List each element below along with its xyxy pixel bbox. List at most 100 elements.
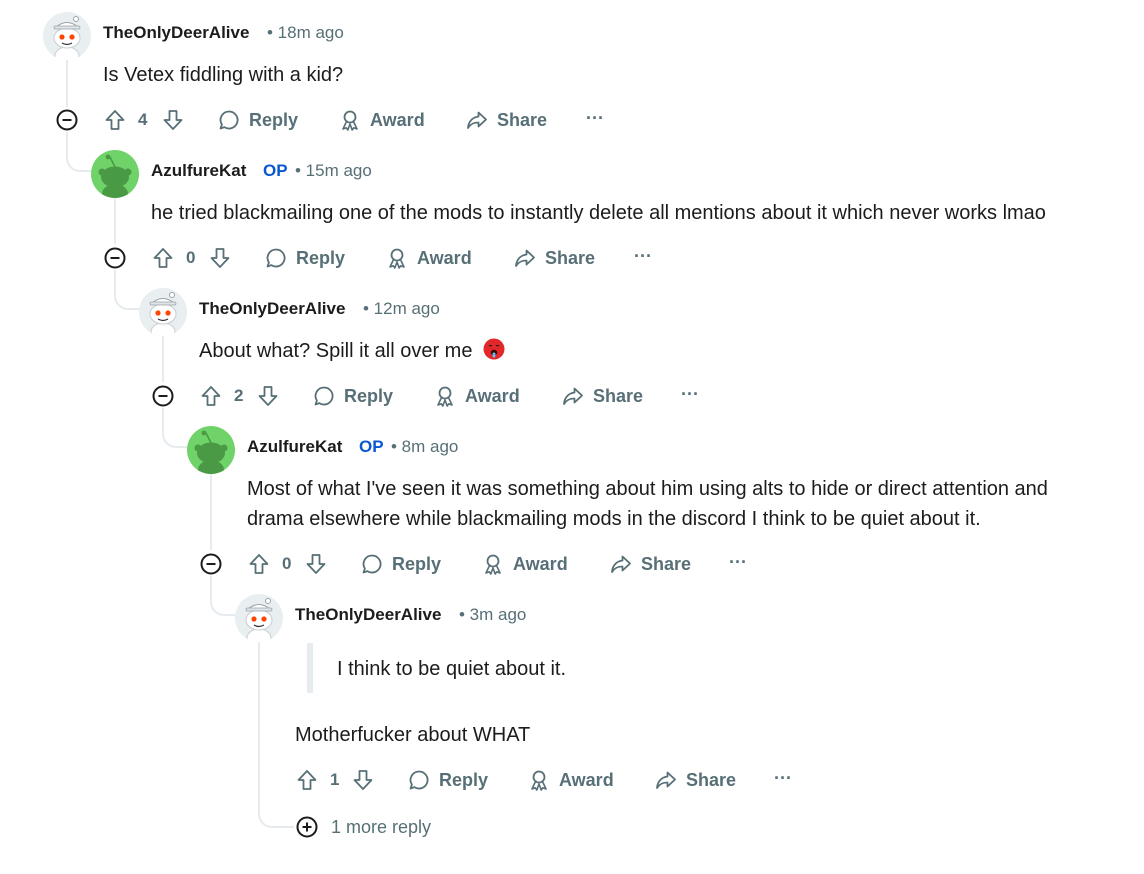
award-label: Award (417, 247, 472, 268)
share-button[interactable]: Share (561, 384, 643, 408)
award-label: Award (513, 553, 568, 574)
award-button[interactable]: Award (385, 246, 472, 270)
share-button[interactable]: Share (513, 246, 595, 270)
avatar[interactable] (139, 288, 187, 336)
comment-text: Is Vetex fiddling with a kid? (103, 64, 344, 86)
avatar[interactable] (43, 12, 91, 60)
op-badge: OP (263, 161, 288, 180)
comment-text: Motherfucker about WHAT (295, 724, 531, 746)
reply-icon (407, 768, 431, 792)
more-options-button[interactable]: ··· (774, 768, 792, 789)
award-button[interactable]: Award (433, 384, 520, 408)
share-button[interactable]: Share (654, 768, 736, 792)
username[interactable]: TheOnlyDeerAlive (199, 299, 345, 319)
award-icon (527, 768, 551, 792)
award-button[interactable]: Award (481, 552, 568, 576)
upvote-icon[interactable] (295, 768, 319, 792)
vote-count: 1 (330, 770, 340, 789)
comment-text: About what? Spill it all over me (199, 336, 506, 370)
reply-icon (312, 384, 336, 408)
expand-icon[interactable] (295, 815, 319, 839)
thread-curve-4 (210, 576, 236, 616)
award-label: Award (465, 385, 520, 406)
comment-time: • 12m ago (363, 299, 440, 318)
share-button[interactable]: Share (609, 552, 691, 576)
more-dots: ··· (729, 552, 747, 572)
reply-label: Reply (392, 553, 442, 574)
comment-time: • 8m ago (391, 437, 459, 456)
share-label: Share (593, 385, 644, 406)
upvote-icon[interactable] (151, 246, 175, 270)
collapse-icon[interactable] (199, 552, 223, 576)
award-label: Award (559, 769, 614, 790)
blockquote-bar (307, 643, 313, 693)
username[interactable]: AzulfureKat (151, 161, 246, 181)
username[interactable]: AzulfureKat (247, 437, 342, 457)
snoo-avatar-icon (139, 288, 187, 336)
avatar[interactable] (91, 150, 139, 198)
downvote-icon[interactable] (304, 552, 328, 576)
snoo-avatar-icon (91, 150, 139, 198)
award-button[interactable]: Award (338, 108, 425, 132)
thread-line-3 (162, 336, 164, 382)
thread-line-4 (210, 474, 212, 550)
reply-button[interactable]: Reply (312, 384, 393, 408)
upvote-icon[interactable] (103, 108, 127, 132)
more-options-button[interactable]: ··· (586, 108, 604, 129)
more-dots: ··· (586, 108, 604, 128)
thread-curve-5 (258, 642, 294, 828)
reply-label: Reply (439, 769, 489, 790)
reply-button[interactable]: Reply (407, 768, 488, 792)
collapse-icon[interactable] (55, 108, 79, 132)
upvote-icon[interactable] (199, 384, 223, 408)
op-badge: OP (359, 437, 384, 456)
vote-count: 0 (186, 248, 196, 267)
reply-icon (217, 108, 241, 132)
share-icon (465, 108, 489, 132)
avatar[interactable] (235, 594, 283, 642)
vote-count: 4 (138, 110, 148, 129)
collapse-icon[interactable] (103, 246, 127, 270)
award-icon (338, 108, 362, 132)
comment-text-line-2: drama elsewhere while blackmailing mods … (247, 508, 981, 530)
username[interactable]: TheOnlyDeerAlive (295, 605, 441, 625)
more-options-button[interactable]: ··· (634, 246, 652, 267)
share-icon (513, 246, 537, 270)
share-button[interactable]: Share (465, 108, 547, 132)
more-replies-link[interactable]: 1 more reply (331, 817, 431, 838)
reply-label: Reply (296, 247, 346, 268)
share-label: Share (686, 769, 737, 790)
avatar[interactable] (187, 426, 235, 474)
more-dots: ··· (774, 768, 792, 788)
share-icon (654, 768, 678, 792)
vote-count: 0 (282, 554, 292, 573)
downvote-icon[interactable] (208, 246, 232, 270)
award-button[interactable]: Award (527, 768, 614, 792)
reply-icon (264, 246, 288, 270)
downvote-icon[interactable] (256, 384, 280, 408)
comment-text-line-1: Most of what I've seen it was something … (247, 478, 1048, 500)
award-icon (385, 246, 409, 270)
comment-text: he tried blackmailing one of the mods to… (151, 202, 1046, 224)
downvote-icon[interactable] (351, 768, 375, 792)
reply-button[interactable]: Reply (217, 108, 298, 132)
more-options-button[interactable]: ··· (681, 384, 699, 405)
share-icon (561, 384, 585, 408)
upvote-icon[interactable] (247, 552, 271, 576)
thread-curve-3 (162, 408, 188, 448)
thread-line-1 (66, 60, 68, 107)
thread-curve-1 (66, 132, 92, 172)
reply-button[interactable]: Reply (360, 552, 441, 576)
more-options-button[interactable]: ··· (729, 552, 747, 573)
reply-label: Reply (344, 385, 394, 406)
comment-time: • 18m ago (267, 23, 344, 42)
hot-face-emoji-icon (482, 337, 506, 370)
downvote-icon[interactable] (161, 108, 185, 132)
share-label: Share (641, 553, 692, 574)
collapse-icon[interactable] (151, 384, 175, 408)
more-dots: ··· (634, 246, 652, 266)
username[interactable]: TheOnlyDeerAlive (103, 23, 249, 43)
comment-time: • 15m ago (295, 161, 372, 180)
reply-button[interactable]: Reply (264, 246, 345, 270)
reply-icon (360, 552, 384, 576)
